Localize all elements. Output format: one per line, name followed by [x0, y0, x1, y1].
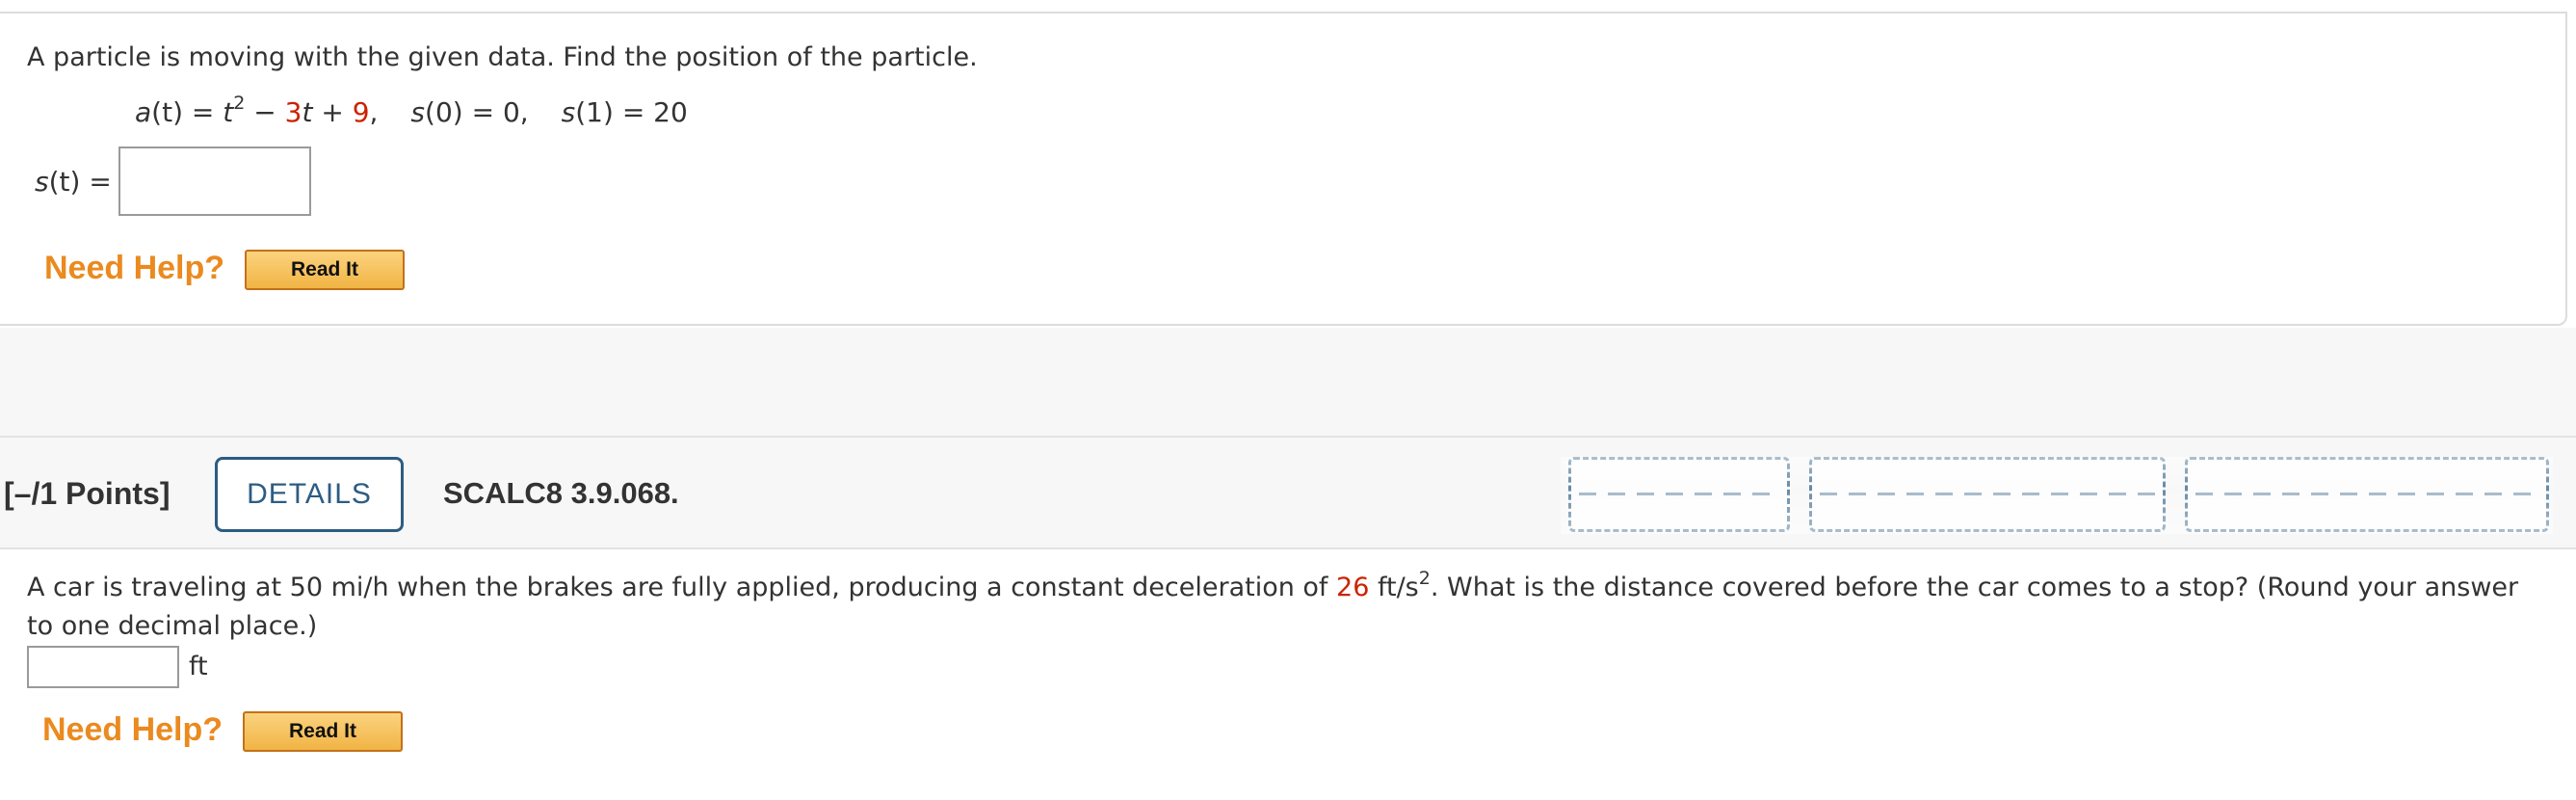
coefficient-value: 3 — [284, 96, 302, 128]
details-button[interactable]: DETAILS — [215, 457, 404, 532]
distance-answer-input[interactable] — [27, 646, 179, 688]
question-2-prompt: A car is traveling at 50 mi/h when the b… — [27, 568, 2519, 642]
position-answer-label: s(t) = — [35, 166, 112, 198]
question-2-header: [–/1 Points] DETAILS SCALC8 3.9.068. — [0, 436, 2576, 549]
deceleration-value: 26 — [1336, 573, 1370, 602]
need-help-label-2: Need Help? — [42, 711, 223, 748]
need-help-label: Need Help? — [44, 250, 225, 286]
question-code: SCALC8 3.9.068. — [443, 476, 679, 510]
question-1-panel: A particle is moving with the given data… — [0, 12, 2567, 326]
read-it-button-2[interactable]: Read It — [243, 711, 403, 752]
question-1-prompt: A particle is moving with the given data… — [27, 42, 978, 72]
redaction-overlay — [1561, 457, 2553, 534]
constant-value: 9 — [352, 96, 370, 128]
position-answer-input[interactable] — [118, 147, 311, 216]
read-it-button[interactable]: Read It — [245, 250, 405, 290]
given-data-equation: a(t) = t2 − 3t + 9, s(0) = 0, s(1) = 20 — [135, 93, 688, 129]
points-label: [–/1 Points] — [4, 476, 171, 511]
question-separator — [0, 328, 2576, 436]
distance-unit-label: ft — [189, 652, 208, 681]
